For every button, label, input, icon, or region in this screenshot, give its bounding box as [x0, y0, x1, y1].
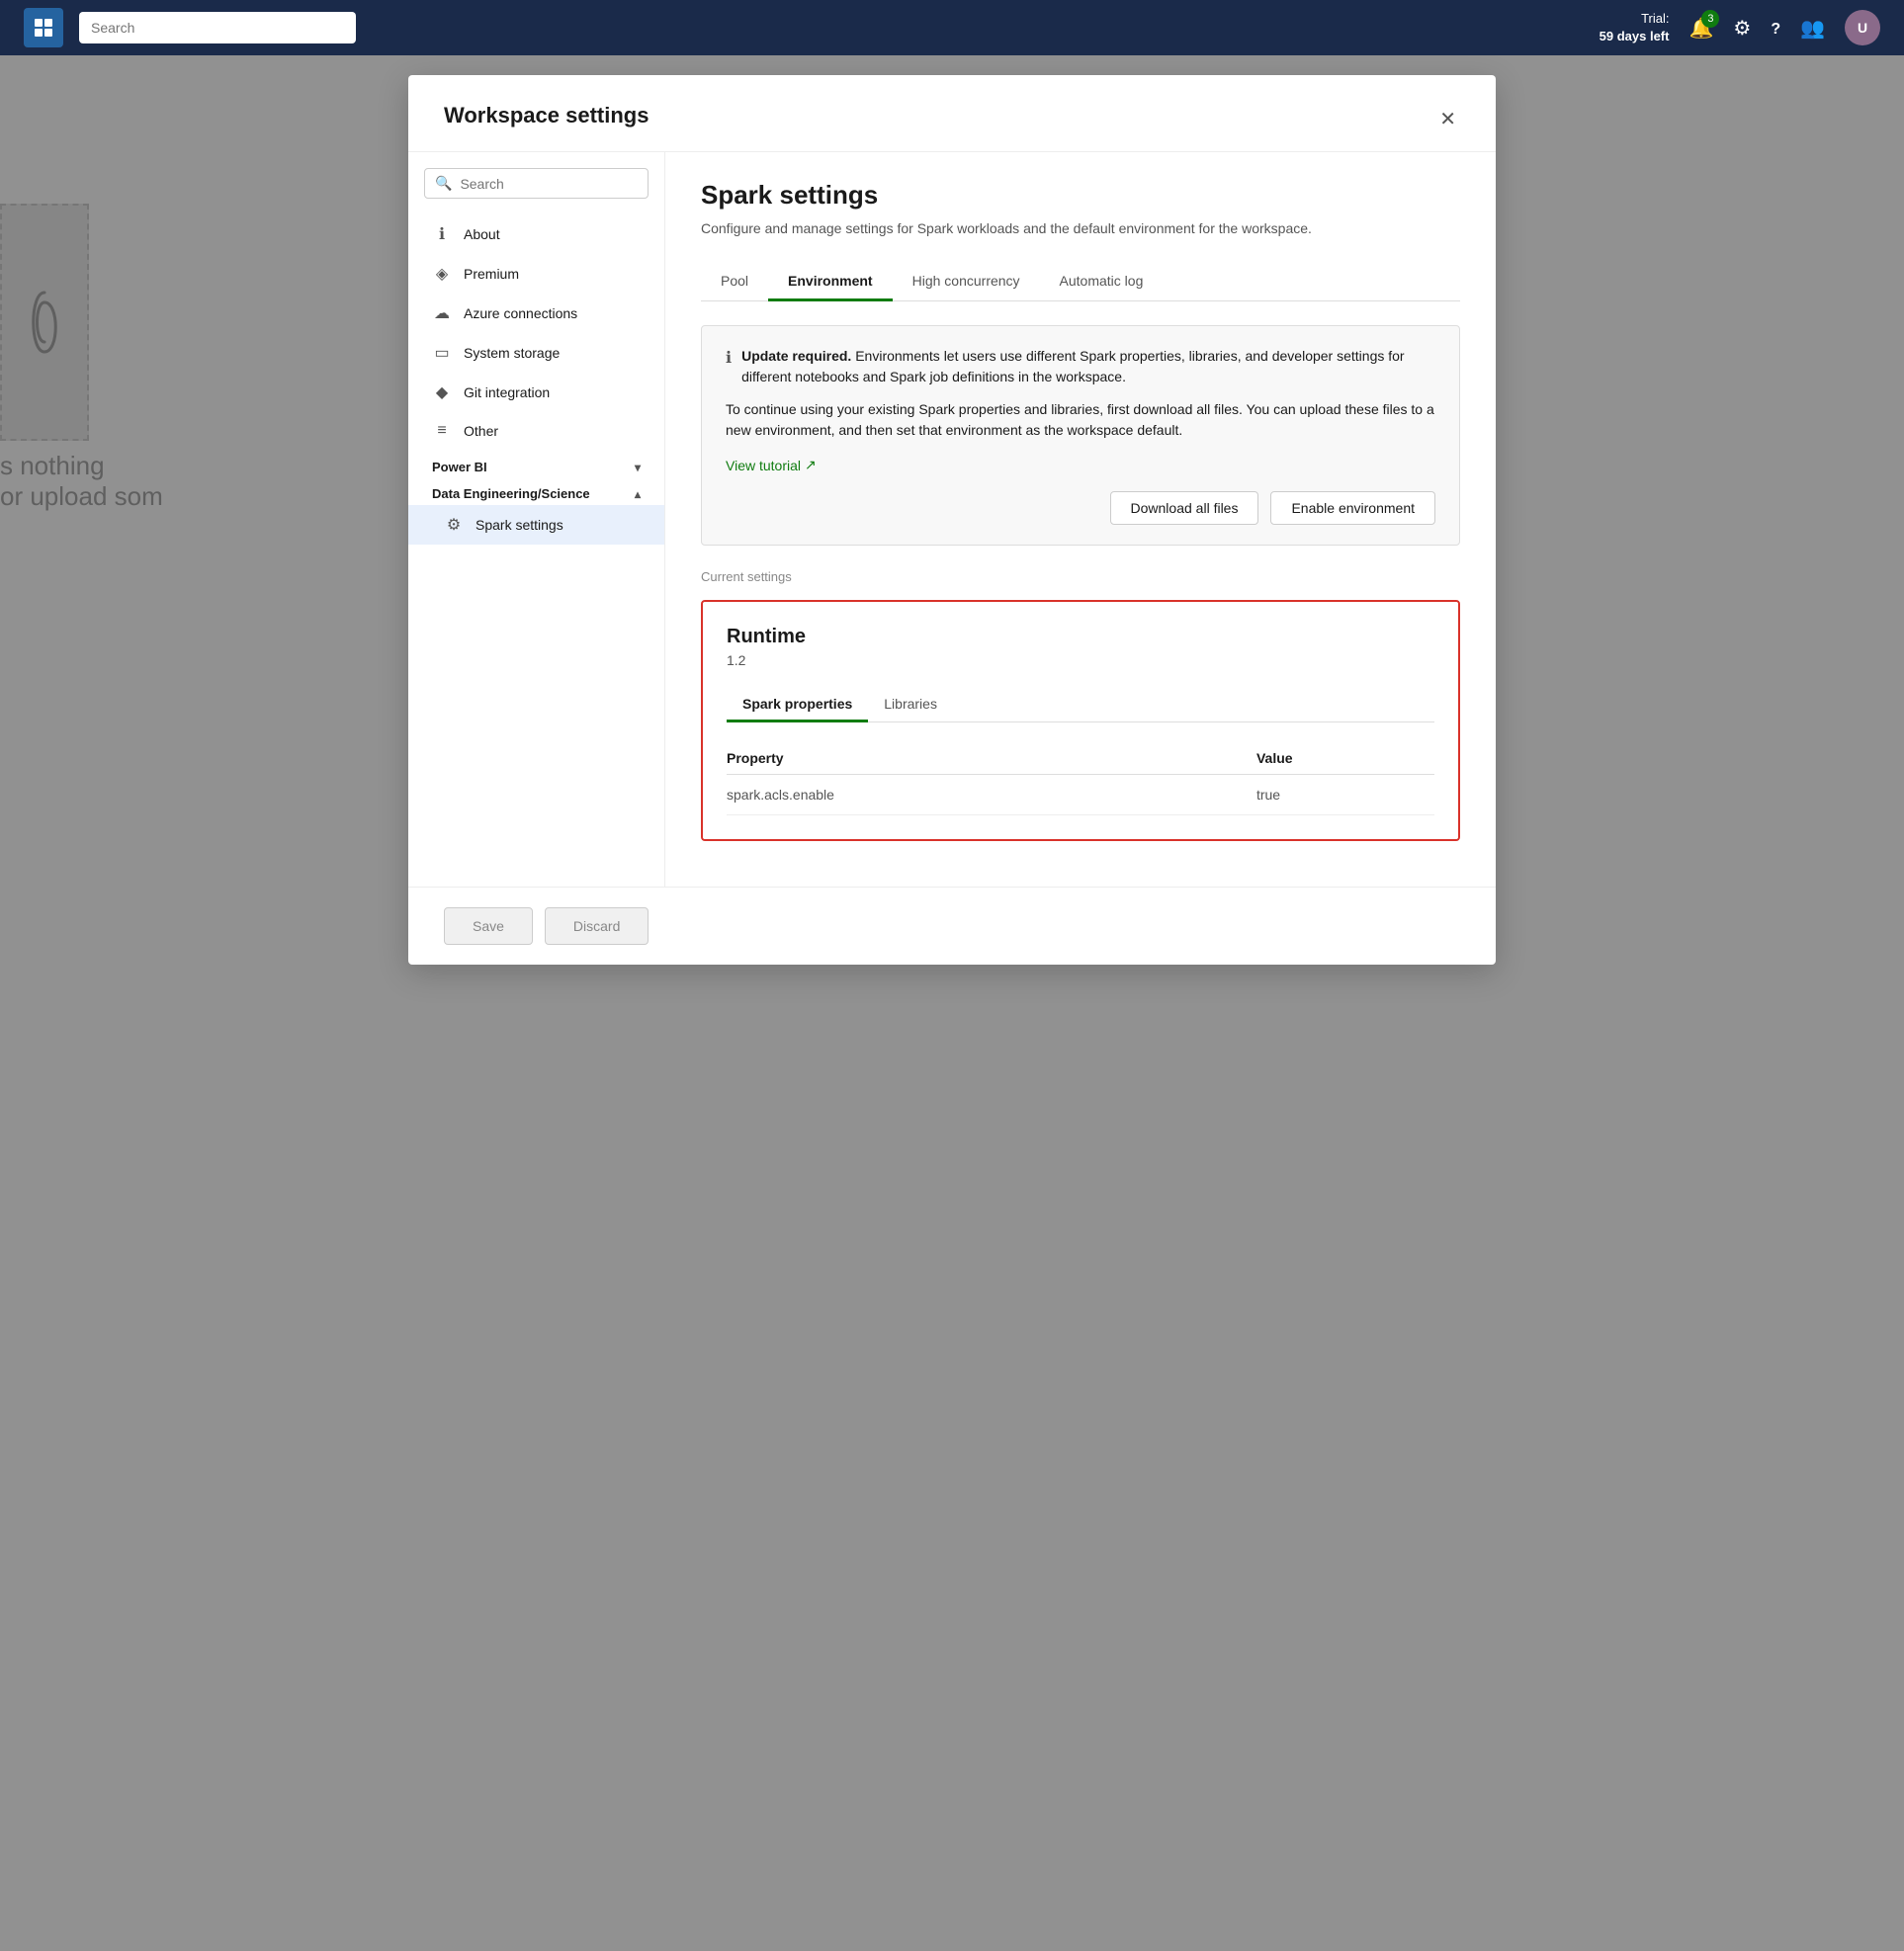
property-name: spark.acls.enable	[727, 774, 1256, 814]
avatar[interactable]: U	[1845, 10, 1880, 45]
alert-info-icon: ℹ	[726, 348, 732, 368]
sidebar-item-other[interactable]: ≡ Other	[408, 412, 664, 450]
alert-main-row: ℹ Update required. Environments let user…	[726, 346, 1435, 387]
close-button[interactable]: ✕	[1435, 103, 1460, 135]
enable-environment-button[interactable]: Enable environment	[1270, 491, 1435, 525]
main-tabs: Pool Environment High concurrency Automa…	[701, 263, 1460, 301]
notification-badge: 3	[1701, 10, 1719, 28]
trial-days: 59 days left	[1600, 28, 1670, 45]
external-link-icon: ↗	[805, 457, 817, 473]
spark-icon: ⚙	[444, 515, 464, 535]
storage-icon: ▭	[432, 343, 452, 363]
sidebar-item-azure-label: Azure connections	[464, 305, 577, 321]
sidebar-item-premium[interactable]: ◈ Premium	[408, 254, 664, 294]
info-icon: ℹ	[432, 224, 452, 244]
other-icon: ≡	[432, 422, 452, 440]
modal-footer: Save Discard	[408, 887, 1496, 965]
sidebar-item-git-label: Git integration	[464, 384, 550, 400]
topbar: Trial: 59 days left 🔔 3 ⚙ ? 👥 U	[0, 0, 1904, 55]
sidebar-item-about[interactable]: ℹ About	[408, 214, 664, 254]
git-icon: ◆	[432, 382, 452, 402]
download-all-files-button[interactable]: Download all files	[1110, 491, 1259, 525]
premium-icon: ◈	[432, 264, 452, 284]
settings-icon[interactable]: ⚙	[1733, 16, 1751, 41]
alert-actions: Download all files Enable environment	[726, 491, 1435, 525]
alert-box: ℹ Update required. Environments let user…	[701, 325, 1460, 546]
discard-button[interactable]: Discard	[545, 907, 649, 945]
dataeng-chevron-icon: ▴	[635, 487, 641, 501]
sidebar-search-input[interactable]	[460, 176, 638, 192]
sidebar-search-box[interactable]: 🔍	[424, 168, 649, 199]
sidebar-section-dataeng[interactable]: Data Engineering/Science ▴	[408, 478, 664, 505]
current-settings-label: Current settings	[701, 569, 1460, 584]
runtime-version: 1.2	[727, 652, 1434, 668]
alert-bold-text: Update required.	[741, 348, 851, 364]
cloud-icon: ☁	[432, 303, 452, 323]
tab-high-concurrency[interactable]: High concurrency	[893, 263, 1040, 301]
properties-table: Property Value spark.acls.enable true	[727, 742, 1434, 815]
help-icon[interactable]: ?	[1771, 17, 1780, 40]
sidebar-item-other-label: Other	[464, 423, 498, 439]
inner-tabs: Spark properties Libraries	[727, 688, 1434, 722]
modal-title: Workspace settings	[444, 103, 649, 128]
main-content: Spark settings Configure and manage sett…	[665, 152, 1496, 887]
alert-secondary-text: To continue using your existing Spark pr…	[726, 399, 1435, 441]
tab-pool[interactable]: Pool	[701, 263, 768, 301]
trial-info: Trial: 59 days left	[1600, 10, 1670, 45]
modal-overlay: Workspace settings ✕ 🔍 ℹ About ◈ Premium	[0, 55, 1904, 1951]
topbar-right: Trial: 59 days left 🔔 3 ⚙ ? 👥 U	[1600, 10, 1880, 45]
sidebar-item-spark-label: Spark settings	[476, 517, 563, 533]
topbar-search-input[interactable]	[79, 12, 356, 43]
sidebar-item-storage[interactable]: ▭ System storage	[408, 333, 664, 373]
alert-main-text: Update required. Environments let users …	[741, 346, 1435, 387]
dataeng-section-label: Data Engineering/Science	[432, 486, 590, 501]
topbar-left	[24, 8, 356, 47]
modal-header: Workspace settings ✕	[408, 75, 1496, 152]
sidebar-item-azure[interactable]: ☁ Azure connections	[408, 294, 664, 333]
property-value: true	[1256, 774, 1434, 814]
sidebar: 🔍 ℹ About ◈ Premium ☁ Azure connections …	[408, 152, 665, 887]
tab-automatic-log[interactable]: Automatic log	[1040, 263, 1164, 301]
view-tutorial-link[interactable]: View tutorial ↗	[726, 457, 817, 473]
gear-icon: ⚙	[1733, 18, 1751, 40]
question-icon: ?	[1771, 21, 1780, 38]
page-subtitle: Configure and manage settings for Spark …	[701, 218, 1460, 239]
tutorial-link-text: View tutorial	[726, 458, 801, 473]
col-header-property: Property	[727, 742, 1256, 775]
sidebar-item-storage-label: System storage	[464, 345, 560, 361]
tab-environment[interactable]: Environment	[768, 263, 893, 301]
people-icon[interactable]: 👥	[1800, 16, 1825, 41]
sidebar-item-about-label: About	[464, 226, 500, 242]
notification-bell[interactable]: 🔔 3	[1688, 16, 1713, 41]
runtime-title: Runtime	[727, 626, 1434, 648]
inner-tab-libraries[interactable]: Libraries	[868, 688, 953, 722]
save-button[interactable]: Save	[444, 907, 533, 945]
runtime-box: Runtime 1.2 Spark properties Libraries	[701, 600, 1460, 841]
search-icon: 🔍	[435, 175, 452, 192]
powerbi-section-label: Power BI	[432, 460, 487, 474]
table-row: spark.acls.enable true	[727, 774, 1434, 814]
people-glyph: 👥	[1800, 18, 1825, 40]
modal-body: 🔍 ℹ About ◈ Premium ☁ Azure connections …	[408, 152, 1496, 887]
page-title: Spark settings	[701, 180, 1460, 211]
sidebar-item-git[interactable]: ◆ Git integration	[408, 373, 664, 412]
sidebar-section-powerbi[interactable]: Power BI ▾	[408, 450, 664, 478]
inner-tab-spark-properties[interactable]: Spark properties	[727, 688, 868, 722]
powerbi-chevron-icon: ▾	[635, 461, 641, 474]
workspace-settings-modal: Workspace settings ✕ 🔍 ℹ About ◈ Premium	[408, 75, 1496, 965]
app-logo	[24, 8, 63, 47]
col-header-value: Value	[1256, 742, 1434, 775]
sidebar-item-spark[interactable]: ⚙ Spark settings	[408, 505, 664, 545]
trial-label: Trial:	[1600, 10, 1670, 28]
sidebar-item-premium-label: Premium	[464, 266, 519, 282]
